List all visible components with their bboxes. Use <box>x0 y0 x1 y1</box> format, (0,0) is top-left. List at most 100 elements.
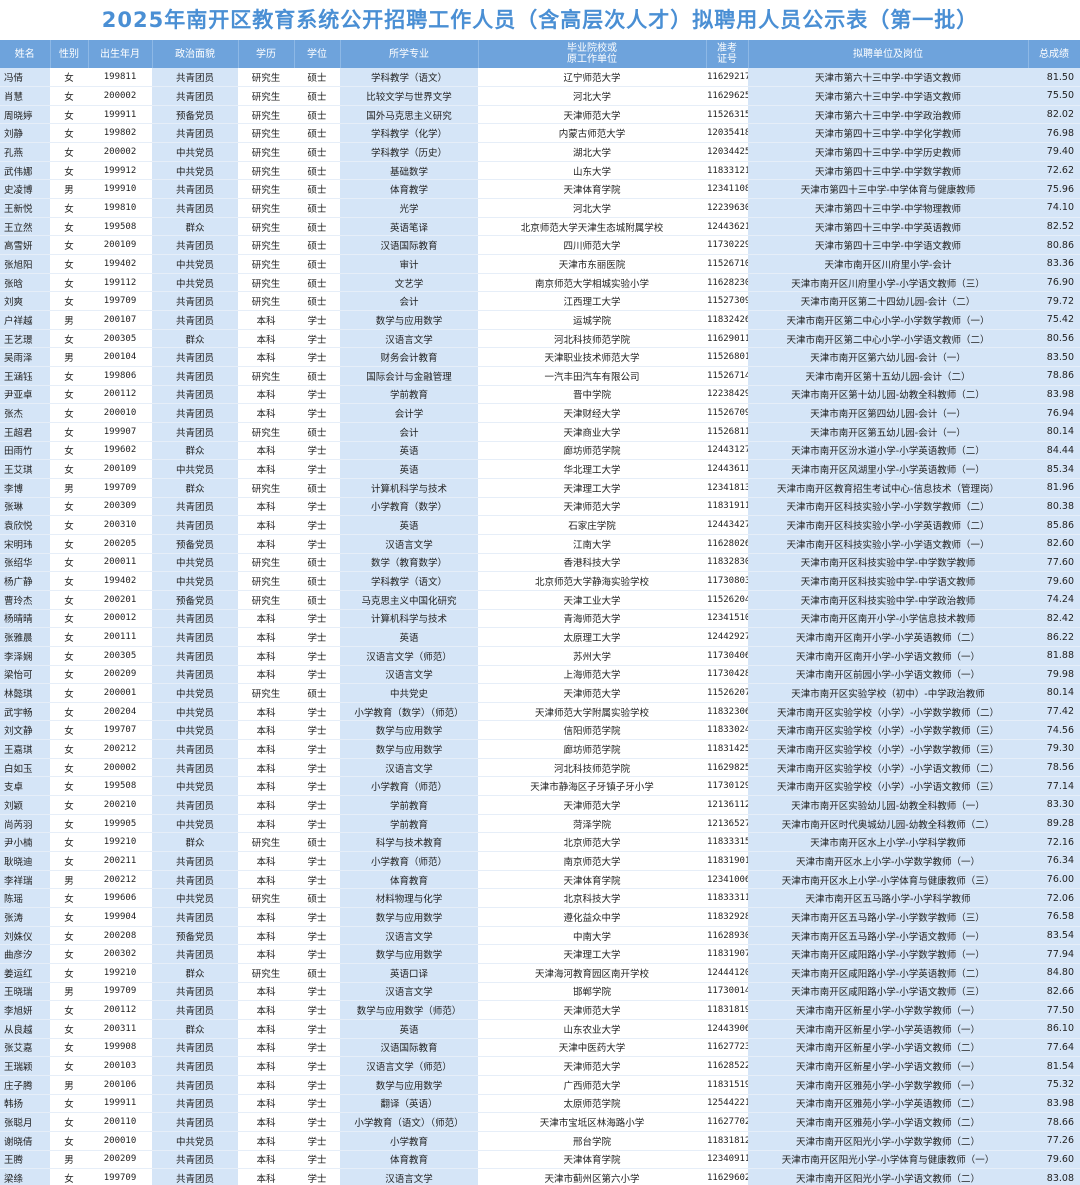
exam-id-cell: 11730803 <box>706 571 748 591</box>
position-cell: 天津市南开区科技实验小学-小学数学教师（二） <box>748 497 1028 517</box>
gender-cell: 女 <box>50 403 88 423</box>
major-cell: 汉语言文学 <box>340 534 478 554</box>
education-cell: 研究生 <box>238 217 294 237</box>
header-name: 姓名 <box>0 40 51 68</box>
name-cell: 张旭阳 <box>0 254 50 274</box>
score-cell: 82.60 <box>1028 534 1080 554</box>
major-cell: 英语 <box>340 459 478 479</box>
birth-cell: 199606 <box>88 888 152 909</box>
birth-cell: 199911 <box>88 1094 152 1114</box>
position-cell: 天津市南开区风湖里小学-小学英语教师（一） <box>748 459 1028 479</box>
exam-id-cell: 12442927 <box>706 627 748 647</box>
name-cell: 周晓婷 <box>0 105 50 125</box>
exam-id-cell: 11627702 <box>706 1112 748 1132</box>
political-status-cell: 共青团员 <box>152 179 238 200</box>
degree-cell: 学士 <box>294 944 340 964</box>
exam-id-cell: 11831819 <box>706 1000 748 1020</box>
name-cell: 李祥瑞 <box>0 870 50 890</box>
education-cell: 研究生 <box>238 273 294 293</box>
position-cell: 天津市南开区第二中心小学-小学数学教师（一） <box>748 310 1028 330</box>
education-cell: 本科 <box>238 944 294 964</box>
major-cell: 数学与应用数学 <box>340 720 478 741</box>
major-cell: 科学与技术教育 <box>340 832 478 853</box>
degree-cell: 学士 <box>294 851 340 871</box>
education-cell: 研究生 <box>238 553 294 573</box>
gender-cell: 女 <box>50 273 88 293</box>
position-cell: 天津市南开区水上小学-小学数学教师（一） <box>748 851 1028 871</box>
gender-cell: 女 <box>50 1112 88 1132</box>
major-cell: 汉语国际教育 <box>340 235 478 256</box>
table-row: 王晓瑞男 199709 共青团员 本科 学士 汉语言文学 邯郸学院 11730014 天津市南开… <box>0 982 1080 1002</box>
table-row: 宋明玮女 200205 预备党员 本科 学士 汉语言文学 江南大学 11628026 天津市南开… <box>0 534 1080 554</box>
political-status-cell: 共青团员 <box>152 68 238 88</box>
birth-cell: 200302 <box>88 944 152 964</box>
exam-id-cell: 12341006 <box>706 870 748 890</box>
position-cell: 天津市南开区五马路小学-小学科学教师 <box>748 888 1028 909</box>
gender-cell: 男 <box>50 870 88 890</box>
birth-cell: 199907 <box>88 422 152 442</box>
exam-id-cell: 11831907 <box>706 944 748 964</box>
birth-cell: 199210 <box>88 963 152 983</box>
birth-cell: 199508 <box>88 776 152 797</box>
exam-id-cell: 11629011 <box>706 329 748 349</box>
exam-id-cell: 11628930 <box>706 926 748 946</box>
school-cell: 廊坊师范学院 <box>478 739 706 759</box>
score-cell: 83.30 <box>1028 795 1080 815</box>
school-cell: 天津师范大学附属实验学校 <box>478 702 706 722</box>
score-cell: 75.42 <box>1028 310 1080 330</box>
table-row: 王瑞颖女 200103 共青团员 本科 学士 汉语言文学（师范） 天津师范大学 1162852… <box>0 1056 1080 1076</box>
table-row: 梁绦女 199709 共青团员 本科 学士 汉语言文学 天津市蓟州区第六小学 11629602… <box>0 1168 1080 1185</box>
header-major: 所学专业 <box>340 40 479 68</box>
education-cell: 本科 <box>238 347 294 367</box>
score-cell: 82.52 <box>1028 217 1080 237</box>
position-cell: 天津市南开区科技实验中学-中学政治教师 <box>748 590 1028 610</box>
birth-cell: 199806 <box>88 366 152 386</box>
position-cell: 天津市南开区实验学校（小学）-小学语文教师（三） <box>748 776 1028 797</box>
degree-cell: 硕士 <box>294 68 340 88</box>
table-row: 袁欣悦女 200310 共青团员 本科 学士 英语 石家庄学院 12443427 天津市南开区科… <box>0 515 1080 535</box>
score-cell: 78.56 <box>1028 758 1080 778</box>
birth-cell: 199908 <box>88 1038 152 1058</box>
position-cell: 天津市南开区科技实验小学-小学英语教师（二） <box>748 515 1028 535</box>
political-status-cell: 中共党员 <box>152 161 238 181</box>
table-row: 张旭阳女 199402 中共党员 研究生 硕士 审计 天津市东丽医院 11526710 天津市南… <box>0 254 1080 274</box>
education-cell: 本科 <box>238 310 294 330</box>
degree-cell: 硕士 <box>294 217 340 237</box>
birth-cell: 199402 <box>88 254 152 274</box>
degree-cell: 学士 <box>294 814 340 834</box>
gender-cell: 男 <box>50 1075 88 1095</box>
political-status-cell: 预备党员 <box>152 534 238 554</box>
education-cell: 本科 <box>238 646 294 666</box>
education-cell: 本科 <box>238 907 294 927</box>
table-row: 王超君女 199907 共青团员 研究生 硕士 会计 天津商业大学 11526811 天津市南开… <box>0 422 1080 442</box>
score-cell: 77.42 <box>1028 702 1080 722</box>
score-cell: 83.98 <box>1028 1094 1080 1114</box>
name-cell: 王腾 <box>0 1150 50 1170</box>
birth-cell: 199912 <box>88 161 152 181</box>
name-cell: 谢晓倩 <box>0 1131 50 1151</box>
degree-cell: 学士 <box>294 795 340 815</box>
school-cell: 内蒙古师范大学 <box>478 123 706 144</box>
name-cell: 张琳 <box>0 497 50 517</box>
position-cell: 天津市南开区第六幼儿园-会计（一） <box>748 347 1028 367</box>
political-status-cell: 群众 <box>152 963 238 983</box>
major-cell: 数学与应用数学 <box>340 944 478 964</box>
score-cell: 75.50 <box>1028 86 1080 106</box>
birth-cell: 200111 <box>88 627 152 647</box>
school-cell: 邯郸学院 <box>478 982 706 1002</box>
exam-id-cell: 11832928 <box>706 907 748 927</box>
birth-cell: 200103 <box>88 1056 152 1076</box>
birth-cell: 199709 <box>88 291 152 312</box>
education-cell: 本科 <box>238 982 294 1002</box>
exam-id-cell: 12341510 <box>706 609 748 629</box>
position-cell: 天津市南开区实验学校（小学）-小学数学教师（三） <box>748 720 1028 741</box>
major-cell: 数学与应用数学 <box>340 739 478 759</box>
name-cell: 王艾琪 <box>0 459 50 479</box>
exam-id-cell: 11832426 <box>706 310 748 330</box>
political-status-cell: 共青团员 <box>152 982 238 1002</box>
degree-cell: 硕士 <box>294 235 340 256</box>
school-cell: 山东大学 <box>478 161 706 181</box>
political-status-cell: 群众 <box>152 217 238 237</box>
school-cell: 石家庄学院 <box>478 515 706 535</box>
political-status-cell: 共青团员 <box>152 515 238 535</box>
